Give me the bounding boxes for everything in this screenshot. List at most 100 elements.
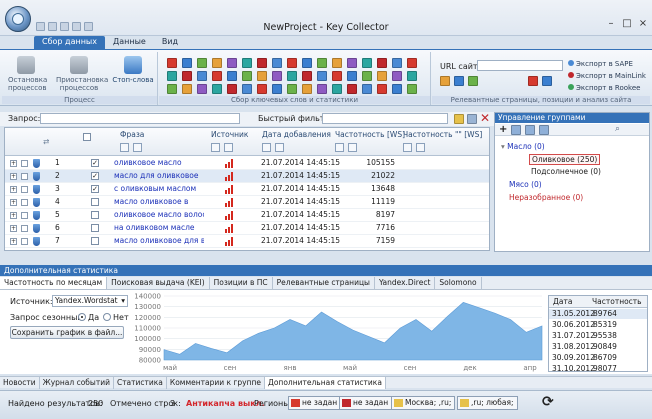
- table-row[interactable]: 31.07.2012 95538: [549, 331, 647, 341]
- collect-tool-icon[interactable]: [377, 71, 387, 81]
- refresh-icon[interactable]: ⟳: [542, 394, 554, 410]
- date-filter-icon[interactable]: [262, 143, 271, 152]
- table-row[interactable]: 31.05.2012 89764: [549, 309, 647, 319]
- phrase-clear-icon[interactable]: [133, 143, 142, 152]
- phrase-filter-icon[interactable]: [120, 143, 129, 152]
- row-phrase[interactable]: масло оливковое для волос: [114, 236, 204, 245]
- collect-tool-icon[interactable]: [182, 58, 192, 68]
- collect-tool-icon[interactable]: [182, 84, 192, 94]
- collect-tool-icon[interactable]: [227, 84, 237, 94]
- collect-tool-icon[interactable]: [317, 58, 327, 68]
- note-icon[interactable]: [21, 186, 28, 193]
- collect-tool-icon[interactable]: [197, 71, 207, 81]
- row-phrase[interactable]: с оливковым маслом: [114, 184, 204, 193]
- source-clear-icon[interactable]: [224, 143, 233, 152]
- filter-settings-icon[interactable]: [467, 114, 477, 124]
- collect-tool-icon[interactable]: [362, 84, 372, 94]
- collect-tool-icon[interactable]: [407, 58, 417, 68]
- region-yandex-button[interactable]: не задан: [288, 396, 342, 410]
- collect-tool-icon[interactable]: [302, 58, 312, 68]
- seasonal-no-radio[interactable]: [103, 313, 111, 321]
- group-node[interactable]: Мясо (0): [509, 180, 542, 189]
- collect-tool-icon[interactable]: [362, 71, 372, 81]
- row-checkbox[interactable]: [91, 224, 99, 232]
- row-phrase[interactable]: масло оливковое в: [114, 197, 204, 206]
- collect-tool-icon[interactable]: [272, 84, 282, 94]
- collect-tool-icon[interactable]: [332, 84, 342, 94]
- collect-tool-icon[interactable]: [242, 58, 252, 68]
- positions-icon[interactable]: [454, 76, 464, 86]
- row-checkbox[interactable]: [91, 237, 99, 245]
- row-phrase[interactable]: оливковое масло: [114, 158, 204, 167]
- save-chart-button[interactable]: Сохранить график в файл...: [10, 326, 124, 339]
- export-sape-button[interactable]: Экспорт в SAPE: [568, 58, 646, 70]
- region-google-button[interactable]: не задан: [339, 396, 393, 410]
- tab-data-collection[interactable]: Сбор данных: [34, 36, 105, 49]
- note-icon[interactable]: [21, 212, 28, 219]
- row-phrase[interactable]: масло для оливковое: [114, 171, 204, 180]
- collect-tool-icon[interactable]: [197, 58, 207, 68]
- clear-filter-icon[interactable]: ✕: [480, 111, 490, 125]
- collect-tool-icon[interactable]: [257, 58, 267, 68]
- note-icon[interactable]: [21, 173, 28, 180]
- collect-tool-icon[interactable]: [392, 84, 402, 94]
- tab-yandex-direct[interactable]: Yandex.Direct: [375, 277, 436, 289]
- pages-icon[interactable]: [468, 76, 478, 86]
- collect-tool-icon[interactable]: [257, 84, 267, 94]
- group-node[interactable]: ▾ Масло (0): [501, 142, 545, 151]
- quick-filter-input[interactable]: [322, 113, 448, 124]
- table-row[interactable]: + 2 ✓ масло для оливковое 21.07.2014 14:…: [5, 170, 489, 183]
- collect-tool-icon[interactable]: [242, 71, 252, 81]
- search-icon[interactable]: ⌕: [615, 124, 620, 134]
- group-node-selected[interactable]: Оливковое (250): [529, 154, 601, 165]
- collect-tool-icon[interactable]: [227, 71, 237, 81]
- table-row[interactable]: + 5 оливковое масло волосы 21.07.2014 14…: [5, 209, 489, 222]
- collect-tool-icon[interactable]: [392, 58, 402, 68]
- collect-tool-icon[interactable]: [302, 84, 312, 94]
- table-row[interactable]: + 4 масло оливковое в 21.07.2014 14:45:1…: [5, 196, 489, 209]
- col-freq[interactable]: Частотность [WS]: [335, 130, 405, 139]
- collect-tool-icon[interactable]: [197, 84, 207, 94]
- collect-tool-icon[interactable]: [377, 84, 387, 94]
- collect-tool-icon[interactable]: [362, 58, 372, 68]
- collect-tool-icon[interactable]: [407, 84, 417, 94]
- collect-tool-icon[interactable]: [227, 58, 237, 68]
- collect-tool-icon[interactable]: [212, 58, 222, 68]
- collect-tool-icon[interactable]: [287, 58, 297, 68]
- anticaptcha-status[interactable]: Антикапча выкл.: [186, 399, 265, 408]
- col-source[interactable]: Источник: [211, 130, 248, 139]
- tab-statistics[interactable]: Статистика: [114, 377, 167, 389]
- expand-icon[interactable]: +: [10, 199, 17, 206]
- freq2-filter-icon[interactable]: [403, 143, 412, 152]
- collect-tool-icon[interactable]: [212, 84, 222, 94]
- collect-tool-icon[interactable]: [182, 71, 192, 81]
- tab-group-comments[interactable]: Комментарии к группе: [167, 377, 265, 389]
- row-checkbox[interactable]: ✓: [91, 159, 99, 167]
- query-input[interactable]: [40, 113, 240, 124]
- collect-tool-icon[interactable]: [242, 84, 252, 94]
- group-node[interactable]: Подсолнечное (0): [531, 167, 601, 176]
- seasonal-yes-radio[interactable]: [78, 313, 86, 321]
- minimize-icon[interactable]: –: [604, 18, 618, 30]
- row-phrase[interactable]: оливковое масло волосы: [114, 210, 204, 219]
- collect-tool-icon[interactable]: [317, 71, 327, 81]
- tab-positions[interactable]: Позиции в ПС: [210, 277, 273, 289]
- table-row[interactable]: 31.10.2012 98077: [549, 364, 647, 372]
- collect-tool-icon[interactable]: [317, 84, 327, 94]
- note-icon[interactable]: [21, 160, 28, 167]
- collect-tool-icon[interactable]: [287, 84, 297, 94]
- expand-icon[interactable]: +: [10, 173, 17, 180]
- col-date[interactable]: Дата добавления: [262, 130, 331, 139]
- tab-view[interactable]: Вид: [154, 36, 186, 49]
- tab-solomono[interactable]: Solomono: [435, 277, 482, 289]
- select-all-checkbox[interactable]: [83, 133, 91, 141]
- row-checkbox[interactable]: ✓: [91, 172, 99, 180]
- collect-tool-icon[interactable]: [377, 58, 387, 68]
- tab-news[interactable]: Новости: [0, 377, 40, 389]
- collect-tool-icon[interactable]: [287, 71, 297, 81]
- google-icon[interactable]: [542, 76, 552, 86]
- collect-tool-icon[interactable]: [272, 71, 282, 81]
- stop-processes-button[interactable]: Остановка процессов: [8, 56, 47, 92]
- sort-group-icon[interactable]: [511, 125, 521, 135]
- tab-data[interactable]: Данные: [105, 36, 154, 49]
